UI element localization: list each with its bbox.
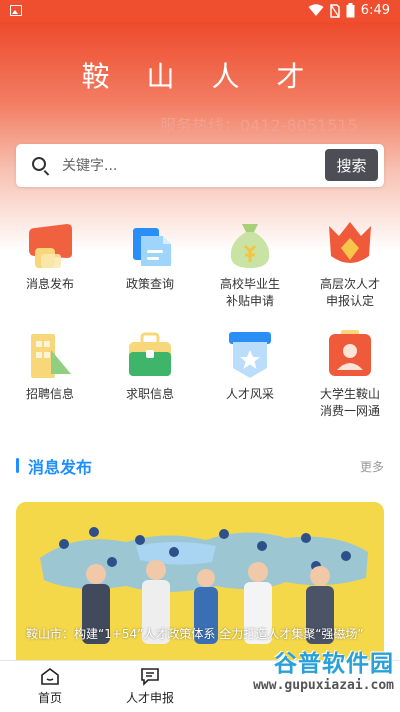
document-icon (125, 218, 175, 270)
service-label: 大学生鞍山 消费一网通 (319, 387, 380, 418)
tab-talent-declaration[interactable]: 人才申报 (100, 661, 200, 712)
section-accent-bar (16, 458, 19, 473)
message-icon (141, 668, 159, 686)
news-banner[interactable]: 鞍山市：构建“1+54”人才政策体系 全力打造人才集聚“强磁场” (16, 502, 384, 660)
no-sim-icon (330, 3, 340, 18)
service-hotline[interactable]: 服务热线：0412-8051515 (160, 112, 358, 136)
briefcase-icon (125, 328, 175, 380)
service-label: 消息发布 (25, 277, 74, 291)
app-title: 鞍 山 人 才 (81, 60, 319, 93)
service-job-seeking-info[interactable]: 求职信息 (100, 328, 200, 403)
more-link[interactable]: 更多 (360, 458, 384, 475)
service-label: 求职信息 (125, 387, 174, 401)
wifi-icon (308, 4, 324, 16)
tab-label: 人才申报 (125, 691, 174, 705)
star-badge-icon (225, 328, 275, 380)
watermark-url: www.gupuxiazai.com (253, 678, 394, 693)
service-high-talent-declaration[interactable]: 高层次人才 申报认定 (300, 218, 400, 310)
banner-caption[interactable]: 鞍山市：构建“1+54”人才政策体系 全力打造人才集聚“强磁场” (26, 626, 384, 642)
search-button[interactable]: 搜索 (325, 149, 378, 181)
service-label: 高校毕业生 补贴申请 (219, 277, 280, 308)
service-label: 人才风采 (225, 387, 274, 401)
megaphone-icon (25, 218, 75, 270)
clock: 6:49 (360, 3, 390, 18)
tab-label: 首页 (37, 691, 62, 705)
search-input[interactable] (60, 154, 324, 178)
battery-icon (346, 3, 355, 18)
service-label: 政策查询 (125, 277, 174, 291)
news-section-header: 消息发布 更多 (16, 453, 384, 479)
home-icon (41, 668, 59, 685)
service-recruitment-info[interactable]: 招聘信息 (0, 328, 100, 403)
money-bag-icon (225, 218, 275, 270)
watermark: 谷普软件园 www.gupuxiazai.com (216, 644, 394, 706)
search-bar: 搜索 (16, 144, 384, 187)
service-talent-showcase[interactable]: 人才风采 (200, 328, 300, 403)
status-bar: 6:49 (0, 0, 400, 22)
service-message-publish[interactable]: 消息发布 (0, 218, 100, 293)
section-title: 消息发布 (28, 458, 93, 477)
search-icon (32, 157, 46, 171)
tab-home[interactable]: 首页 (0, 661, 100, 712)
service-graduate-subsidy[interactable]: 高校毕业生 补贴申请 (200, 218, 300, 310)
building-icon (25, 328, 75, 380)
service-label: 招聘信息 (25, 387, 74, 401)
service-policy-query[interactable]: 政策查询 (100, 218, 200, 293)
diamond-award-icon (325, 218, 375, 270)
watermark-title: 谷普软件园 (274, 651, 394, 677)
gallery-icon (10, 5, 22, 16)
service-student-consumption[interactable]: 大学生鞍山 消费一网通 (300, 328, 400, 420)
status-icons: 6:49 (308, 3, 390, 18)
person-card-icon (325, 328, 375, 380)
service-label: 高层次人才 申报认定 (319, 277, 380, 308)
